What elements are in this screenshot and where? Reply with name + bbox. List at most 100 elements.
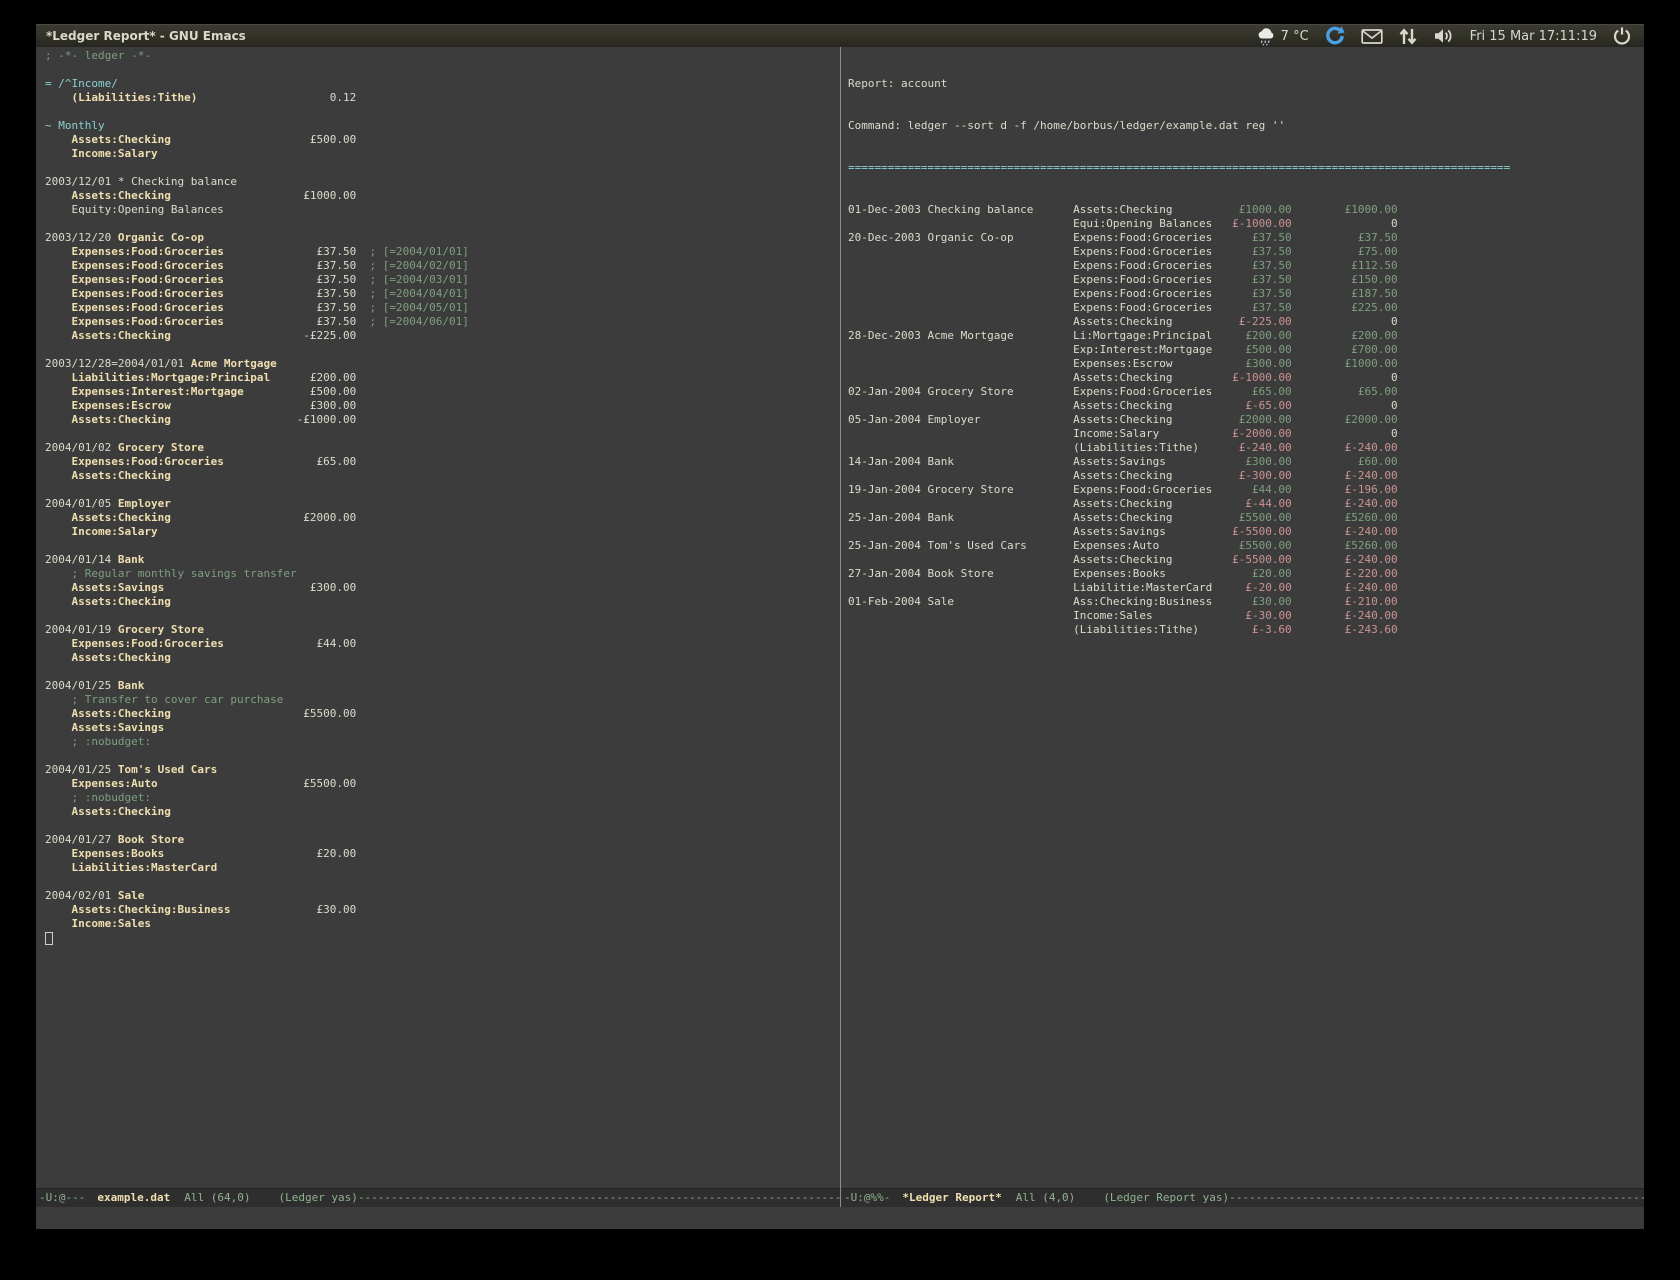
buffer-line: ~ Monthly <box>45 119 840 133</box>
register-row: Assets:Checking£-225.000 <box>848 315 1644 329</box>
buffer-line: 2004/01/27 Book Store <box>45 833 840 847</box>
buffer-line: Income:Salary <box>45 525 840 539</box>
register-row: (Liabilities:Tithe)£-3.60£-243.60 <box>848 623 1644 637</box>
buffer-line: ; :nobudget: <box>45 735 840 749</box>
power-icon[interactable] <box>1612 26 1632 46</box>
buffer-line: ; Transfer to cover car purchase <box>45 693 840 707</box>
buffer-line: Assets:Savings <box>45 721 840 735</box>
buffer-line: 2003/12/20 Organic Co-op <box>45 231 840 245</box>
modeline-position: All (4,0) <box>1016 1191 1076 1204</box>
buffer-line: Expenses:Interest:Mortgage £500.00 <box>45 385 840 399</box>
register-row: Expens:Food:Groceries£37.50£225.00 <box>848 301 1644 315</box>
register-row: Assets:Checking£-5500.00£-240.00 <box>848 553 1644 567</box>
register-row: 01-Dec-2003 Checking balanceAssets:Check… <box>848 203 1644 217</box>
register-row: 25-Jan-2004 Tom's Used CarsExpenses:Auto… <box>848 539 1644 553</box>
weather-indicator[interactable]: 7 °C <box>1256 27 1309 46</box>
buffer-line <box>45 819 840 833</box>
buffer-line: 2004/01/14 Bank <box>45 553 840 567</box>
source-buffer-text[interactable]: ; -*- ledger -*- = /^Income/ (Liabilities… <box>36 47 840 1188</box>
modeline-position: All (64,0) <box>184 1191 250 1204</box>
buffer-line: Expenses:Food:Groceries £37.50 ; [=2004/… <box>45 259 840 273</box>
buffer-line <box>45 749 840 763</box>
register-row: 14-Jan-2004 BankAssets:Savings£300.00£60… <box>848 455 1644 469</box>
buffer-line <box>45 217 840 231</box>
buffer-line: (Liabilities:Tithe) 0.12 <box>45 91 840 105</box>
refresh-icon[interactable] <box>1324 25 1346 47</box>
buffer-line <box>45 539 840 553</box>
modeline-buffer-name: *Ledger Report* <box>902 1191 1001 1204</box>
buffer-line: Assets:Checking <box>45 651 840 665</box>
modeline-mode: (Ledger Report yas) <box>1103 1191 1229 1204</box>
network-arrows-icon[interactable] <box>1398 27 1418 46</box>
emacs-frame: ; -*- ledger -*- = /^Income/ (Liabilities… <box>36 47 1644 1229</box>
mail-icon[interactable] <box>1361 28 1383 45</box>
window-title: *Ledger Report* - GNU Emacs <box>36 29 1256 43</box>
buffer-line: Expenses:Food:Groceries £37.50 ; [=2004/… <box>45 245 840 259</box>
buffer-line: Assets:Checking <box>45 805 840 819</box>
register-row: 02-Jan-2004 Grocery StoreExpens:Food:Gro… <box>848 385 1644 399</box>
buffer-line: Assets:Checking -£1000.00 <box>45 413 840 427</box>
report-separator: ========================================… <box>848 161 1644 175</box>
register-row: Assets:Checking£-300.00£-240.00 <box>848 469 1644 483</box>
buffer-line: Liabilities:Mortgage:Principal £200.00 <box>45 371 840 385</box>
buffer-line: ; Regular monthly savings transfer <box>45 567 840 581</box>
modeline-dashes: ----------------------------------------… <box>358 1191 840 1204</box>
titlebar-panel: *Ledger Report* - GNU Emacs 7 °C <box>36 24 1644 47</box>
register-row: Expens:Food:Groceries£37.50£187.50 <box>848 287 1644 301</box>
buffer-line: Assets:Checking <box>45 595 840 609</box>
modeline-dashes: ----------------------------------------… <box>1229 1191 1644 1204</box>
buffer-line: 2004/02/01 Sale <box>45 889 840 903</box>
buffer-line <box>45 105 840 119</box>
source-window[interactable]: ; -*- ledger -*- = /^Income/ (Liabilities… <box>36 47 840 1207</box>
buffer-line: Expenses:Food:Groceries £37.50 ; [=2004/… <box>45 301 840 315</box>
buffer-line: Assets:Checking £1000.00 <box>45 189 840 203</box>
report-window[interactable]: Report: account Command: ledger --sort d… <box>840 47 1644 1207</box>
buffer-line <box>45 343 840 357</box>
buffer-line: Liabilities:MasterCard <box>45 861 840 875</box>
buffer-line: 2004/01/25 Tom's Used Cars <box>45 763 840 777</box>
temperature-label: 7 °C <box>1281 29 1309 44</box>
text-cursor <box>45 932 53 945</box>
report-buffer-text[interactable]: Report: account Command: ledger --sort d… <box>841 47 1644 1188</box>
echo-area[interactable] <box>36 1207 1644 1229</box>
register-row: Expens:Food:Groceries£37.50£75.00 <box>848 245 1644 259</box>
system-tray: 7 °C Fri 15 Mar 17:11:19 <box>1256 25 1644 47</box>
register-row: 19-Jan-2004 Grocery StoreExpens:Food:Gro… <box>848 483 1644 497</box>
buffer-line: Assets:Checking £5500.00 <box>45 707 840 721</box>
register-row: Income:Salary£-2000.000 <box>848 427 1644 441</box>
volume-icon[interactable] <box>1433 27 1455 45</box>
modeline-flags: -U:@--- <box>39 1191 85 1204</box>
register-row: 20-Dec-2003 Organic Co-opExpens:Food:Gro… <box>848 231 1644 245</box>
buffer-line: Assets:Checking £2000.00 <box>45 511 840 525</box>
report-command-line: Command: ledger --sort d -f /home/borbus… <box>848 119 1644 133</box>
register-row: Assets:Checking£-44.00£-240.00 <box>848 497 1644 511</box>
buffer-line: ; -*- ledger -*- <box>45 49 840 63</box>
buffer-line: 2004/01/02 Grocery Store <box>45 441 840 455</box>
register-row: 25-Jan-2004 BankAssets:Checking£5500.00£… <box>848 511 1644 525</box>
buffer-line: Equity:Opening Balances <box>45 203 840 217</box>
buffer-line: Expenses:Escrow £300.00 <box>45 399 840 413</box>
buffer-line: Assets:Checking -£225.00 <box>45 329 840 343</box>
register-row: Expenses:Escrow£300.00£1000.00 <box>848 357 1644 371</box>
report-header-line: Report: account <box>848 77 1644 91</box>
buffer-line: 2003/12/01 * Checking balance <box>45 175 840 189</box>
buffer-line: Assets:Checking:Business £30.00 <box>45 903 840 917</box>
weather-icon <box>1256 27 1277 46</box>
buffer-line: = /^Income/ <box>45 77 840 91</box>
buffer-line: Expenses:Food:Groceries £65.00 <box>45 455 840 469</box>
buffer-line <box>45 63 840 77</box>
clock-label[interactable]: Fri 15 Mar 17:11:19 <box>1470 29 1597 44</box>
buffer-line: 2003/12/28=2004/01/01 Acme Mortgage <box>45 357 840 371</box>
buffer-line <box>45 609 840 623</box>
buffer-line: Expenses:Food:Groceries £37.50 ; [=2004/… <box>45 315 840 329</box>
buffer-line <box>45 931 840 945</box>
register-row: Expens:Food:Groceries£37.50£112.50 <box>848 259 1644 273</box>
buffer-line: 2004/01/05 Employer <box>45 497 840 511</box>
modeline-right[interactable]: -U:@%%-*Ledger Report*All (4,0)(Ledger R… <box>841 1188 1644 1207</box>
buffer-line <box>45 427 840 441</box>
register-row: Equi:Opening Balances£-1000.000 <box>848 217 1644 231</box>
buffer-line: ; :nobudget: <box>45 791 840 805</box>
modeline-left[interactable]: -U:@---example.datAll (64,0)(Ledger yas)… <box>36 1188 840 1207</box>
register-row: (Liabilities:Tithe)£-240.00£-240.00 <box>848 441 1644 455</box>
buffer-line <box>45 161 840 175</box>
